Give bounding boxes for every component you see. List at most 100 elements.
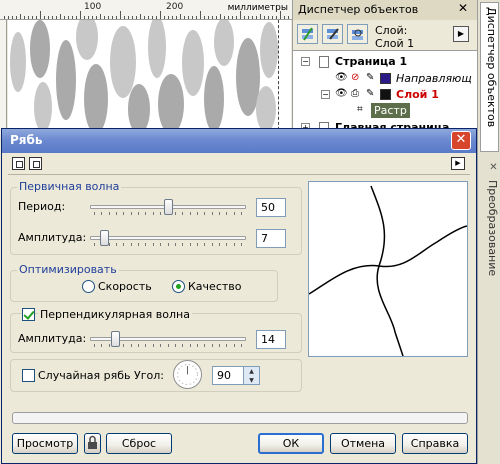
docker-menu-button[interactable]: ▶ — [453, 26, 469, 42]
slider-tick — [190, 212, 191, 215]
slider-tick — [175, 344, 176, 347]
tree-item-raster[interactable]: ⌗ Растр — [293, 103, 478, 119]
ruler-tick — [160, 11, 161, 19]
eye-icon[interactable]: 👁 — [335, 72, 348, 83]
canvas-shape[interactable] — [182, 30, 204, 96]
close-icon[interactable]: ✕ — [458, 1, 468, 15]
tab-transform[interactable]: Преобразование — [480, 176, 499, 316]
amplitude-input[interactable]: 7 — [256, 229, 286, 248]
close-button[interactable]: ✕ — [451, 131, 471, 150]
canvas-shape[interactable] — [34, 82, 52, 132]
slider-tick — [153, 243, 154, 246]
collapse-icon[interactable]: − — [321, 90, 330, 99]
slider-tick — [234, 212, 235, 215]
layer-manager-view-button[interactable] — [347, 24, 368, 44]
spin-up-icon[interactable]: ▲ — [244, 367, 259, 376]
ok-button[interactable]: ОК — [258, 433, 324, 454]
canvas-shape[interactable] — [128, 84, 150, 134]
period-input[interactable]: 50 — [256, 198, 286, 217]
ruler-tick — [156, 16, 157, 19]
help-button[interactable]: Справка — [402, 433, 468, 454]
flyout-menu-button[interactable]: ▶ — [451, 157, 465, 170]
close-tab-icon[interactable]: ✕ — [480, 158, 499, 173]
angle-input[interactable]: 90 — [212, 366, 244, 385]
ruler-tick — [264, 16, 265, 19]
period-slider[interactable] — [90, 199, 246, 217]
canvas-shape[interactable] — [30, 20, 50, 78]
slider-tick — [101, 344, 102, 347]
show-properties-button[interactable] — [297, 24, 318, 44]
single-preview-icon[interactable] — [29, 157, 42, 170]
layer-label-caption: Слой: — [375, 24, 408, 37]
dialog-title-bar[interactable]: Рябь ✕ — [2, 129, 476, 153]
slider-tick — [226, 344, 227, 347]
slider-tick — [212, 212, 213, 215]
speed-label: Скорость — [98, 280, 152, 293]
tree-label-layer1: Слой 1 — [396, 88, 439, 101]
bitmap-icon: ⌗ — [357, 104, 363, 115]
progress-bar — [12, 412, 468, 424]
canvas-shape[interactable] — [260, 22, 278, 78]
slider-tick — [234, 243, 235, 246]
pencil-icon[interactable]: ✎ — [366, 72, 374, 83]
perpendicular-amplitude-label: Амплитуда: — [18, 332, 87, 345]
ruler-tick — [288, 16, 289, 19]
slider-tick — [160, 344, 161, 347]
reset-button[interactable]: Сброс — [106, 433, 172, 454]
angle-dial[interactable] — [173, 360, 202, 389]
canvas-shape[interactable] — [76, 20, 98, 60]
tree-item-layer1[interactable]: − 👁 ⎙ ✎ Слой 1 — [293, 87, 478, 103]
perpendicular-amplitude-slider[interactable] — [90, 331, 246, 349]
docker-side-tabs: Диспетчер объектов ✕ Преобразование — [477, 0, 500, 464]
ruler-tick — [252, 16, 253, 19]
ruler-tick — [72, 16, 73, 19]
ruler-label-200: 200 — [166, 2, 184, 12]
printer-icon[interactable]: ⎙ — [351, 88, 359, 99]
slider-tick — [138, 344, 139, 347]
ruler-tick — [260, 14, 261, 19]
auto-preview-lock-button[interactable] — [84, 433, 101, 454]
cancel-button[interactable]: Отмена — [330, 433, 396, 454]
perpendicular-amplitude-input[interactable]: 14 — [256, 330, 286, 349]
canvas-shape[interactable] — [148, 20, 166, 78]
slider-tick — [94, 344, 95, 347]
slider-tick — [109, 243, 110, 246]
canvas-shape[interactable] — [84, 64, 108, 134]
slider-thumb[interactable] — [100, 230, 109, 246]
slider-thumb[interactable] — [164, 199, 173, 215]
canvas-shape[interactable] — [10, 32, 26, 92]
slider-tick — [197, 243, 198, 246]
canvas-shape[interactable] — [56, 40, 76, 120]
ruler-tick — [56, 16, 57, 19]
tab-object-manager[interactable]: Диспетчер объектов — [480, 2, 499, 152]
amplitude-slider[interactable] — [90, 230, 246, 248]
angle-label: Угол: — [134, 369, 164, 382]
collapse-icon[interactable]: − — [301, 57, 310, 66]
canvas-shape[interactable] — [204, 66, 224, 132]
angle-spinner[interactable]: ▲ ▼ — [243, 366, 260, 385]
perpendicular-wave-checkbox[interactable] — [22, 308, 35, 321]
slider-tick — [190, 344, 191, 347]
quality-radio[interactable] — [172, 280, 185, 293]
pencil-icon[interactable]: ✎ — [366, 88, 374, 99]
canvas-shape[interactable] — [214, 20, 234, 66]
tree-item-guides[interactable]: 👁 ⊘ ✎ Направляющ — [293, 71, 478, 87]
dual-preview-icon[interactable] — [12, 157, 25, 170]
ruler-tick — [248, 16, 249, 19]
random-ripple-checkbox[interactable] — [22, 369, 35, 382]
canvas-shape[interactable] — [158, 74, 184, 134]
tab-object-manager-label: Диспетчер объектов — [485, 7, 498, 128]
no-print-icon[interactable]: ⊘ — [351, 72, 359, 83]
canvas-shape[interactable] — [256, 86, 276, 132]
drawing-canvas[interactable] — [8, 20, 291, 135]
ruler-tick — [124, 16, 125, 19]
speed-radio[interactable] — [82, 280, 95, 293]
preview-button[interactable]: Просмотр — [12, 433, 78, 454]
spin-down-icon[interactable]: ▼ — [244, 376, 259, 385]
edit-across-layers-button[interactable] — [322, 24, 343, 44]
slider-thumb[interactable] — [111, 331, 120, 347]
ruler-tick — [200, 11, 201, 19]
tree-item-page1[interactable]: − Страница 1 — [293, 54, 478, 70]
ruler-tick — [60, 14, 61, 19]
eye-icon[interactable]: 👁 — [335, 88, 348, 99]
